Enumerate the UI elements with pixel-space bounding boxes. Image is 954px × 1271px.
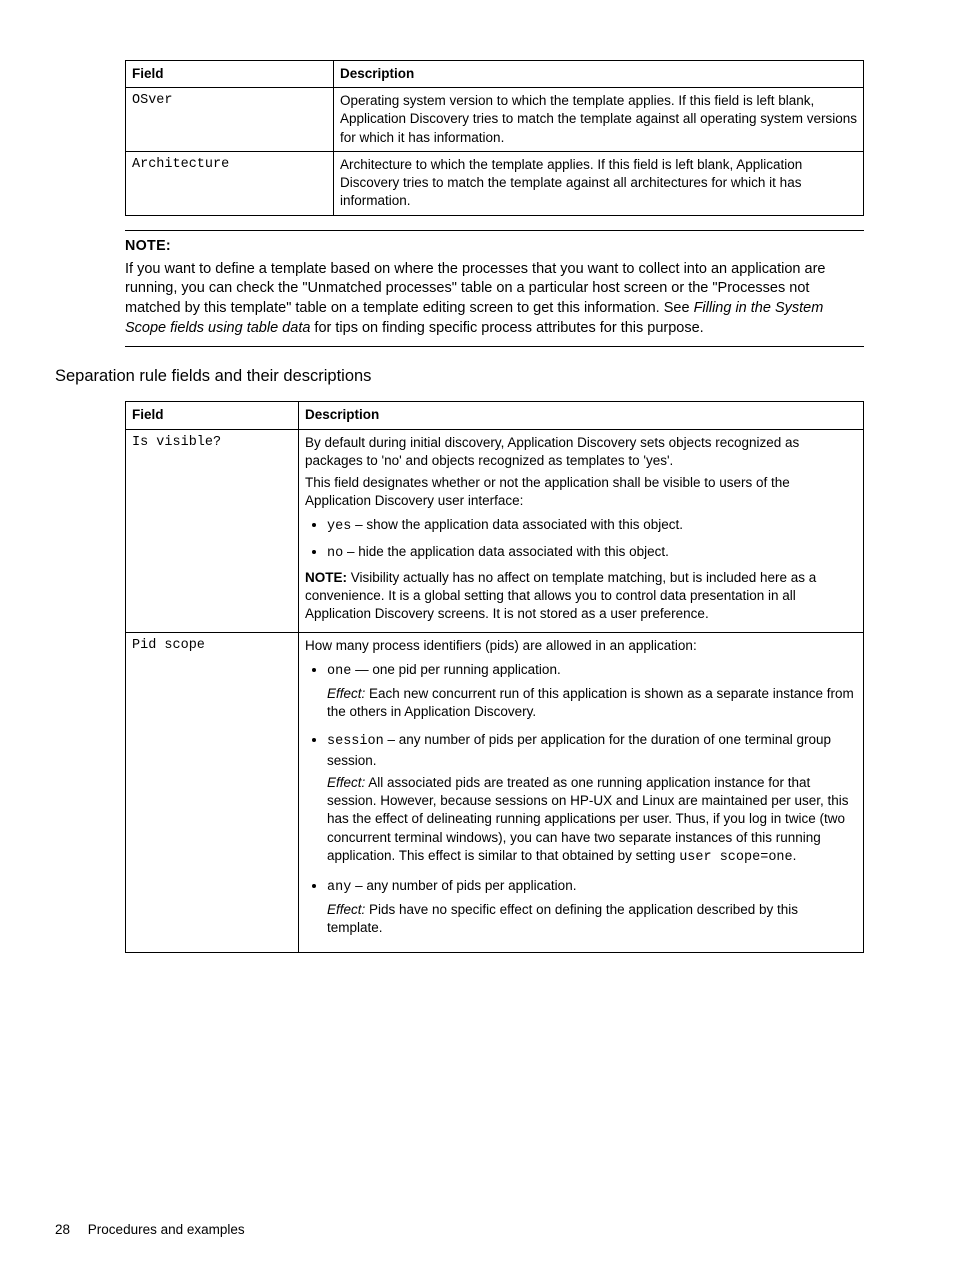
effect: Effect: Pids have no specific effect on … <box>327 901 857 937</box>
cell-description: By default during initial discovery, App… <box>299 429 864 632</box>
note-text-inline: Visibility actually has no affect on tem… <box>305 570 816 621</box>
effect-text: Pids have no specific effect on defining… <box>327 902 798 935</box>
effect-text: Each new concurrent run of this applicat… <box>327 686 854 719</box>
cell-description: How many process identifiers (pids) are … <box>299 632 864 952</box>
effect-text-post: . <box>793 848 797 863</box>
section-heading: Separation rule fields and their descrip… <box>55 365 864 387</box>
note-text-post: for tips on finding specific process att… <box>310 320 703 336</box>
note-label-inline: NOTE: <box>305 570 347 585</box>
note-body: If you want to define a template based o… <box>125 260 864 338</box>
page-number: 28 <box>55 1222 70 1237</box>
list-item: session – any number of pids per applica… <box>327 731 857 867</box>
th-description: Description <box>299 402 864 429</box>
table-row: Architecture Architecture to which the t… <box>126 151 864 215</box>
note-label: NOTE: <box>125 237 864 256</box>
text: – any number of pids per application. <box>351 878 576 893</box>
cell-description: Operating system version to which the te… <box>334 88 864 152</box>
cell-field: Is visible? <box>126 429 299 632</box>
text: – show the application data associated w… <box>351 517 683 532</box>
code: user scope=one <box>679 850 792 865</box>
text: – hide the application data associated w… <box>343 544 669 559</box>
text: – any number of pids per application for… <box>327 732 831 767</box>
code: any <box>327 880 351 895</box>
cell-field: Architecture <box>126 151 334 215</box>
para: This field designates whether or not the… <box>305 474 857 510</box>
text: — one pid per running application. <box>351 662 560 677</box>
para: By default during initial discovery, App… <box>305 434 857 470</box>
th-description: Description <box>334 61 864 88</box>
table-row: OSver Operating system version to which … <box>126 88 864 152</box>
effect-label: Effect: <box>327 902 365 917</box>
list-item: yes – show the application data associat… <box>327 516 857 536</box>
page-footer: 28 Procedures and examples <box>55 1221 245 1239</box>
code: one <box>327 664 351 679</box>
table-separation-rule: Field Description Is visible? By default… <box>125 401 864 952</box>
th-field: Field <box>126 61 334 88</box>
note-box: NOTE: If you want to define a template b… <box>125 230 864 348</box>
code: yes <box>327 519 351 534</box>
inline-note: NOTE: Visibility actually has no affect … <box>305 569 857 624</box>
list-item: no – hide the application data associate… <box>327 543 857 563</box>
effect: Effect: Each new concurrent run of this … <box>327 685 857 721</box>
effect: Effect: All associated pids are treated … <box>327 774 857 867</box>
table-header-row: Field Description <box>126 402 864 429</box>
table-system-scope: Field Description OSver Operating system… <box>125 60 864 216</box>
effect-label: Effect: <box>327 775 365 790</box>
effect-label: Effect: <box>327 686 365 701</box>
footer-section: Procedures and examples <box>88 1222 245 1237</box>
cell-description: Architecture to which the template appli… <box>334 151 864 215</box>
list-item: one — one pid per running application. E… <box>327 661 857 722</box>
table-header-row: Field Description <box>126 61 864 88</box>
cell-field: Pid scope <box>126 632 299 952</box>
list: yes – show the application data associat… <box>305 516 857 562</box>
code: no <box>327 546 343 561</box>
list: one — one pid per running application. E… <box>305 661 857 938</box>
para: How many process identifiers (pids) are … <box>305 637 857 655</box>
table-row: Is visible? By default during initial di… <box>126 429 864 632</box>
cell-field: OSver <box>126 88 334 152</box>
list-item: any – any number of pids per application… <box>327 877 857 938</box>
table-row: Pid scope How many process identifiers (… <box>126 632 864 952</box>
code: session <box>327 734 384 749</box>
th-field: Field <box>126 402 299 429</box>
